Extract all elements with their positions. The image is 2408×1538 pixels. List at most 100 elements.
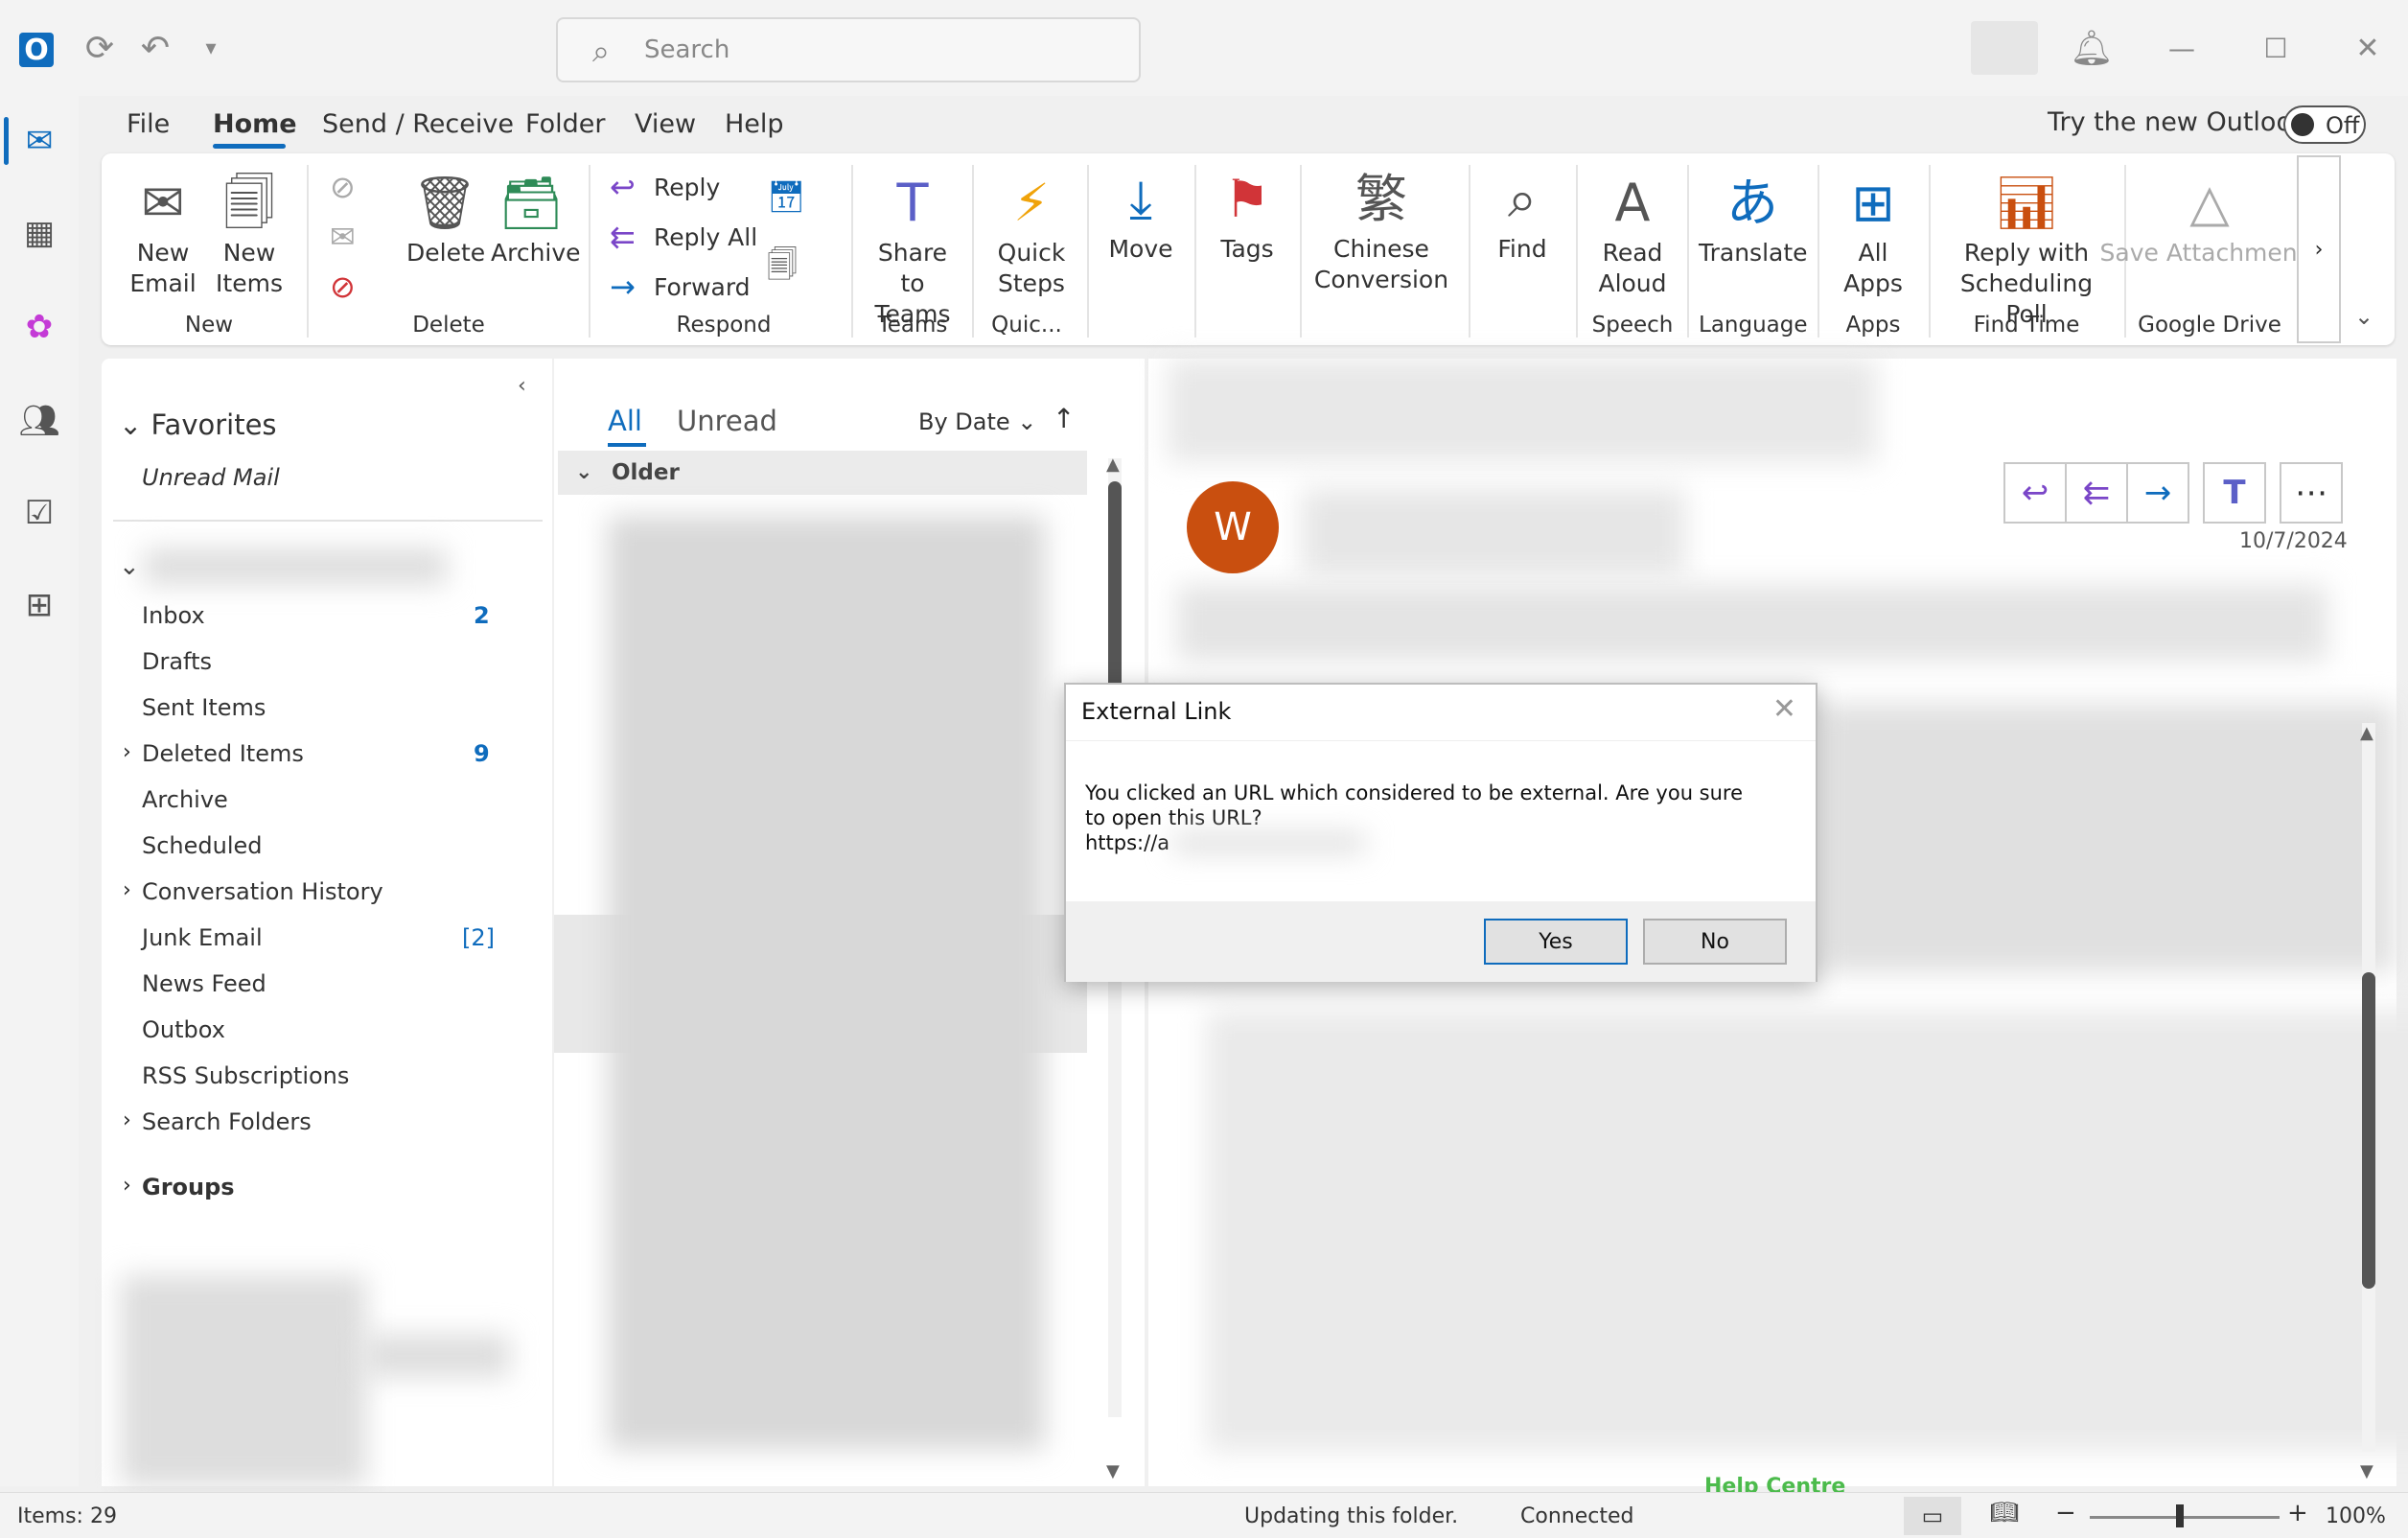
all-apps-button[interactable]: ⊞ All Apps (1831, 173, 1915, 299)
folder-junk-email[interactable]: Junk Email (142, 924, 263, 951)
bell-icon[interactable]: 🔔︎ (2070, 27, 2114, 69)
groups-header[interactable]: Groups (142, 1174, 235, 1200)
cleanup-button[interactable]: ✉ (330, 219, 364, 255)
tags-button[interactable]: ⚑ Tags (1210, 169, 1285, 265)
read-aloud-button[interactable]: A Read Aloud (1591, 173, 1674, 299)
reading-scroll-thumb[interactable] (2362, 972, 2375, 1289)
folder-news-feed[interactable]: News Feed (142, 970, 266, 997)
normal-view-icon[interactable]: ▭ (1904, 1497, 1961, 1535)
blurred-header (1168, 359, 1877, 462)
more-respond-button[interactable]: 🗐︎ (767, 244, 801, 295)
archive-button[interactable]: 🗃︎ Archive (491, 173, 581, 268)
more-apps-icon[interactable]: ⊞ (13, 579, 65, 631)
ribbon-scroll-right-icon[interactable]: › (2297, 155, 2341, 343)
sync-icon[interactable]: ⟳ (79, 27, 121, 69)
forward-button[interactable]: → Forward (610, 268, 751, 305)
copilot-icon[interactable]: ✿ (13, 301, 65, 353)
zoom-out-icon[interactable]: − (2055, 1499, 2076, 1527)
mail-icon[interactable]: ✉ (13, 115, 65, 167)
forward-action-icon[interactable]: → (2126, 462, 2189, 524)
folder-conversation-history[interactable]: Conversation History (142, 878, 383, 905)
group-respond-label: Respond (676, 313, 772, 338)
ribbon-separator (1087, 165, 1089, 338)
folder-scheduled[interactable]: Scheduled (142, 832, 263, 859)
groups-expand-icon[interactable]: › (123, 1174, 131, 1198)
scroll-down-icon[interactable]: ▼ (1106, 1461, 1120, 1481)
undo-icon[interactable]: ↶ (134, 27, 176, 69)
new-email-button[interactable]: ✉ New Email (127, 173, 199, 299)
tab-home[interactable]: Home (213, 109, 297, 139)
folder-deleted-items[interactable]: Deleted Items (142, 740, 304, 767)
conversation-expand-icon[interactable]: › (123, 878, 131, 902)
zoom-in-icon[interactable]: + (2287, 1499, 2308, 1527)
tab-file[interactable]: File (127, 109, 170, 139)
tab-send-receive[interactable]: Send / Receive (322, 109, 514, 139)
account-avatar[interactable] (1971, 21, 2038, 75)
tab-unread[interactable]: Unread (677, 405, 777, 437)
people-icon[interactable]: 👥︎ (13, 395, 65, 447)
message-scroll-thumb[interactable] (1108, 481, 1122, 711)
unread-mail-folder[interactable]: Unread Mail (142, 464, 280, 491)
folder-drafts[interactable]: Drafts (142, 648, 212, 675)
sort-dropdown[interactable]: By Date ⌄ (918, 408, 1036, 435)
find-button[interactable]: ⌕ Find (1484, 169, 1561, 265)
scroll-up-icon[interactable]: ▲ (1106, 454, 1120, 475)
move-button[interactable]: ⤓ Move (1102, 169, 1179, 265)
reply-all-button[interactable]: ⇇ Reply All (610, 219, 757, 255)
folder-search-folders[interactable]: Search Folders (142, 1108, 312, 1135)
reply-all-action-icon[interactable]: ⇇ (2065, 462, 2128, 524)
sort-direction-icon[interactable]: ↑ (1053, 403, 1075, 434)
no-button[interactable]: No (1643, 919, 1787, 965)
reading-view-icon[interactable]: 📖︎ (1990, 1499, 2019, 1526)
tab-view[interactable]: View (635, 109, 696, 139)
folder-archive[interactable]: Archive (142, 786, 228, 813)
junk-button[interactable]: ⊘ (330, 268, 364, 305)
teams-action-icon[interactable]: T (2203, 462, 2266, 524)
deleted-expand-icon[interactable]: › (123, 740, 131, 764)
calendar-icon[interactable]: ▦ (13, 207, 65, 259)
translate-button[interactable]: あ Translate (1699, 173, 1808, 268)
tab-all-underline (608, 443, 646, 447)
collapse-pane-icon[interactable]: ‹ (518, 374, 526, 398)
reading-scroll-up-icon[interactable]: ▲ (2360, 723, 2373, 743)
zoom-slider-thumb[interactable] (2176, 1504, 2184, 1527)
tab-folder[interactable]: Folder (525, 109, 605, 139)
tab-help[interactable]: Help (725, 109, 784, 139)
maximize-icon[interactable]: ☐ (2255, 27, 2297, 69)
yes-button[interactable]: Yes (1484, 919, 1628, 965)
delete-button[interactable]: 🗑︎ Delete (406, 173, 485, 268)
reply-button[interactable]: ↩ Reply (610, 169, 720, 205)
folder-rss-subscriptions[interactable]: RSS Subscriptions (142, 1062, 349, 1089)
group-older-header[interactable]: ⌄ Older (558, 451, 1087, 495)
account-expand-icon[interactable]: ⌄ (119, 552, 140, 581)
search-box[interactable]: ⌕ Search (556, 17, 1141, 82)
search-folders-expand-icon[interactable]: › (123, 1108, 131, 1132)
tasks-icon[interactable]: ☑ (13, 487, 65, 539)
ribbon-collapse-icon[interactable]: ⌄ (2354, 303, 2373, 330)
zoom-level: 100% (2326, 1504, 2386, 1528)
close-icon[interactable]: ✕ (2347, 27, 2389, 69)
folder-sent-items[interactable]: Sent Items (142, 694, 266, 721)
share-teams-button[interactable]: T Share to Teams (863, 173, 962, 330)
minimize-icon[interactable]: — (2161, 27, 2203, 69)
quick-steps-button[interactable]: ⚡︎ Quick Steps (987, 173, 1076, 299)
favorites-header[interactable]: ⌄ Favorites (119, 408, 277, 441)
dialog-close-icon[interactable]: ✕ (1772, 692, 1796, 726)
reading-scroll-down-icon[interactable]: ▼ (2360, 1461, 2373, 1481)
chinese-conversion-button[interactable]: 繁 Chinese Conversion (1309, 169, 1453, 295)
ignore-button[interactable]: ⊘ (330, 169, 364, 205)
customize-toolbar-icon[interactable]: ▾ (190, 27, 232, 69)
new-items-icon: 🗐︎ (223, 173, 275, 233)
reply-action-icon[interactable]: ↩ (2003, 462, 2067, 524)
folder-outbox[interactable]: Outbox (142, 1016, 225, 1043)
meeting-button[interactable]: 📅︎ (767, 178, 806, 215)
zoom-slider[interactable] (2090, 1516, 2280, 1519)
more-actions-icon[interactable]: ⋯ (2280, 462, 2343, 524)
save-attachments-button[interactable]: △ Save Attachments (2099, 173, 2320, 268)
new-items-button[interactable]: 🗐︎ New Items (209, 173, 289, 299)
new-outlook-toggle[interactable]: Off (2283, 105, 2366, 144)
tab-all[interactable]: All (608, 405, 642, 437)
folder-inbox[interactable]: Inbox (142, 602, 205, 629)
reply-poll-button[interactable]: 📊︎ Reply with Scheduling Poll (1940, 173, 2113, 330)
cleanup-icon: ✉ (330, 219, 356, 255)
